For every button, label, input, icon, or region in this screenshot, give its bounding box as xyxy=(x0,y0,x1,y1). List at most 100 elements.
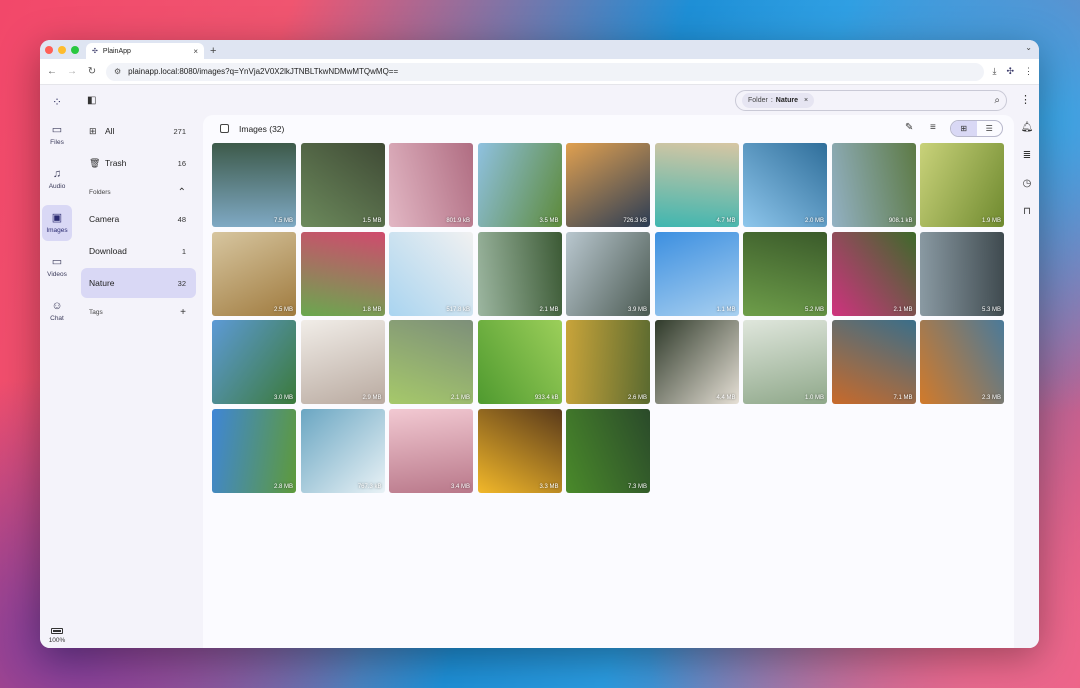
rail-item-label: Images xyxy=(46,227,68,234)
image-thumbnail[interactable]: 908.1 kB xyxy=(831,143,916,227)
chip-remove-icon[interactable]: × xyxy=(804,97,808,104)
image-thumbnail[interactable]: 933.4 kB xyxy=(477,320,562,404)
chevron-up-icon[interactable]: ⌃ xyxy=(178,187,186,198)
sidebar-item-all[interactable]: ⊞ All 271 xyxy=(81,116,196,146)
sidebar-item-nature[interactable]: Nature 32 xyxy=(81,268,196,298)
back-arrow-icon[interactable]: ← xyxy=(46,66,58,77)
rail-item-audio[interactable]: ♫ Audio xyxy=(42,161,72,197)
bell-icon[interactable]: 🔔︎ xyxy=(1021,122,1034,133)
image-thumbnail[interactable]: 7.5 MB xyxy=(212,143,296,227)
url-field[interactable]: ⚙ plainapp.local:8080/images?q=YnVja2V0X… xyxy=(106,62,985,81)
playlist-icon[interactable]: ≣ xyxy=(1023,150,1031,161)
image-thumbnail[interactable]: 2.1 MB xyxy=(389,320,473,404)
search-input[interactable] xyxy=(814,93,995,108)
close-window-button[interactable] xyxy=(45,46,53,54)
app-favicon-icon: ✣ xyxy=(92,48,98,55)
image-thumbnail[interactable]: 767.3 kB xyxy=(300,408,385,493)
image-thumbnail[interactable]: 2.0 MB xyxy=(743,143,827,227)
image-thumbnail[interactable]: 3.4 MB xyxy=(389,408,473,493)
image-size-label: 1.8 MB xyxy=(362,306,382,313)
url-text: plainapp.local:8080/images?q=YnVja2V0X2l… xyxy=(128,67,399,76)
image-thumbnail[interactable]: 2.6 MB xyxy=(566,320,650,404)
search-icon[interactable]: ⌕ xyxy=(994,95,1000,106)
new-tab-button[interactable]: + xyxy=(210,43,216,59)
image-thumbnail[interactable]: 2.8 MB xyxy=(212,408,296,493)
sidebar-item-trash[interactable]: 🗑︎ Trash 16 xyxy=(81,148,196,178)
rail-item-label: Files xyxy=(50,139,64,146)
app-logo-icon[interactable]: ⁘ xyxy=(52,95,62,109)
image-thumbnail[interactable]: 2.1 MB xyxy=(477,231,562,316)
sidebar-item-count: 32 xyxy=(177,278,186,288)
grid-view-icon[interactable]: ⊞ xyxy=(951,121,977,136)
rail-item-chat[interactable]: ☺ Chat xyxy=(42,293,72,329)
browser-tab[interactable]: ✣ PlainApp × xyxy=(86,43,204,59)
image-thumbnail[interactable]: 2.3 MB xyxy=(920,320,1004,404)
image-size-label: 2.3 MB xyxy=(981,395,1001,401)
tab-search-chevron-icon[interactable]: ⌄ xyxy=(1025,43,1032,52)
image-thumbnail[interactable]: 1.5 MB xyxy=(300,143,385,227)
download-icon[interactable]: ⤓ xyxy=(992,66,996,77)
tab-close-icon[interactable]: × xyxy=(193,47,198,56)
image-size-label: 3.0 MB xyxy=(273,395,293,401)
image-thumbnail[interactable]: 1.1 MB xyxy=(654,231,739,316)
forward-arrow-icon[interactable]: → xyxy=(66,66,78,77)
image-size-label: 2.5 MB xyxy=(273,306,293,313)
sidebar-item-download[interactable]: Download 1 xyxy=(81,236,196,266)
extension-icon[interactable]: ✣ xyxy=(1006,66,1014,77)
image-thumbnail[interactable]: 1.0 MB xyxy=(743,320,827,404)
list-view-icon[interactable]: ☰ xyxy=(977,121,1003,136)
image-size-label: 908.1 kB xyxy=(888,218,913,224)
sort-icon[interactable]: ≡ xyxy=(930,122,936,133)
search-bar[interactable]: Folder : Nature × ⌕ xyxy=(735,90,1007,111)
right-rail: 🔔︎ ≣ ◷ ⊓ xyxy=(1015,85,1039,648)
rail-item-videos[interactable]: ▭ Videos xyxy=(42,249,72,285)
sidebar-item-label: Nature xyxy=(89,278,115,288)
image-thumbnail[interactable]: 4.7 MB xyxy=(654,143,739,227)
browser-menu-icon[interactable]: ⋮ xyxy=(1024,66,1033,77)
image-thumbnail[interactable]: 2.9 MB xyxy=(300,320,385,404)
select-all-checkbox[interactable] xyxy=(220,124,229,133)
image-size-label: 3.4 MB xyxy=(450,483,470,490)
reload-icon[interactable]: ↻ xyxy=(86,66,98,77)
battery-icon xyxy=(51,628,63,634)
image-thumbnail[interactable]: 726.3 kB xyxy=(566,143,650,227)
image-thumbnail[interactable]: 4.4 MB xyxy=(654,320,739,404)
image-thumbnail[interactable]: 5.3 MB xyxy=(920,231,1004,316)
image-size-label: 5.3 MB xyxy=(981,306,1001,313)
rail-item-files[interactable]: ▭ Files xyxy=(42,117,72,153)
add-tag-button[interactable]: + xyxy=(180,307,186,318)
sidebar-item-count: 1 xyxy=(181,246,186,256)
minimize-window-button[interactable] xyxy=(58,46,66,54)
rail-item-images[interactable]: ▣ Images xyxy=(42,205,72,241)
image-thumbnail[interactable]: 2.5 MB xyxy=(212,231,296,316)
image-thumbnail[interactable]: 3.5 MB xyxy=(477,143,562,227)
tags-heading: Tags + xyxy=(81,300,196,324)
image-thumbnail[interactable]: 801.9 kB xyxy=(389,143,473,227)
image-thumbnail[interactable]: 3.0 MB xyxy=(212,320,296,404)
sidebar-toggle-icon[interactable]: ◧ xyxy=(87,95,96,106)
image-thumbnail[interactable]: 5.2 MB xyxy=(743,231,827,316)
image-thumbnail[interactable]: 7.3 MB xyxy=(566,408,650,493)
image-thumbnail[interactable]: 3.9 MB xyxy=(566,231,650,316)
image-thumbnail[interactable]: 1.8 MB xyxy=(300,231,385,316)
sidebar-item-camera[interactable]: Camera 48 xyxy=(81,204,196,234)
edit-pencil-icon[interactable]: ✎ xyxy=(905,122,913,133)
sidebar-item-count: 271 xyxy=(173,126,186,136)
image-thumbnail[interactable]: 1.9 MB xyxy=(920,143,1004,227)
tab-title: PlainApp xyxy=(102,47,131,55)
folders-heading[interactable]: Folders ⌃ xyxy=(81,180,196,204)
image-size-label: 7.3 MB xyxy=(627,483,647,490)
zoom-window-button[interactable] xyxy=(71,46,79,54)
images-header: Images (32) ✎ ≡ ⊞ ☰ xyxy=(203,115,1014,143)
image-size-label: 1.9 MB xyxy=(981,218,1001,224)
image-thumbnail[interactable]: 517.8 kB xyxy=(389,231,473,316)
image-thumbnail[interactable]: 3.3 MB xyxy=(477,408,562,493)
site-info-icon[interactable]: ⚙ xyxy=(114,67,121,76)
timer-icon[interactable]: ◷ xyxy=(1023,178,1032,189)
image-thumbnail[interactable]: 7.1 MB xyxy=(831,320,916,404)
filter-chip-folder[interactable]: Folder : Nature × xyxy=(742,93,815,108)
bookmark-icon[interactable]: ⊓ xyxy=(1023,206,1031,217)
tab-bar: ✣ PlainApp × + ⌄ xyxy=(40,40,1039,59)
browser-window: ✣ PlainApp × + ⌄ ← → ↻ ⚙ plainapp.local:… xyxy=(40,40,1039,648)
image-thumbnail[interactable]: 2.1 MB xyxy=(831,231,916,316)
